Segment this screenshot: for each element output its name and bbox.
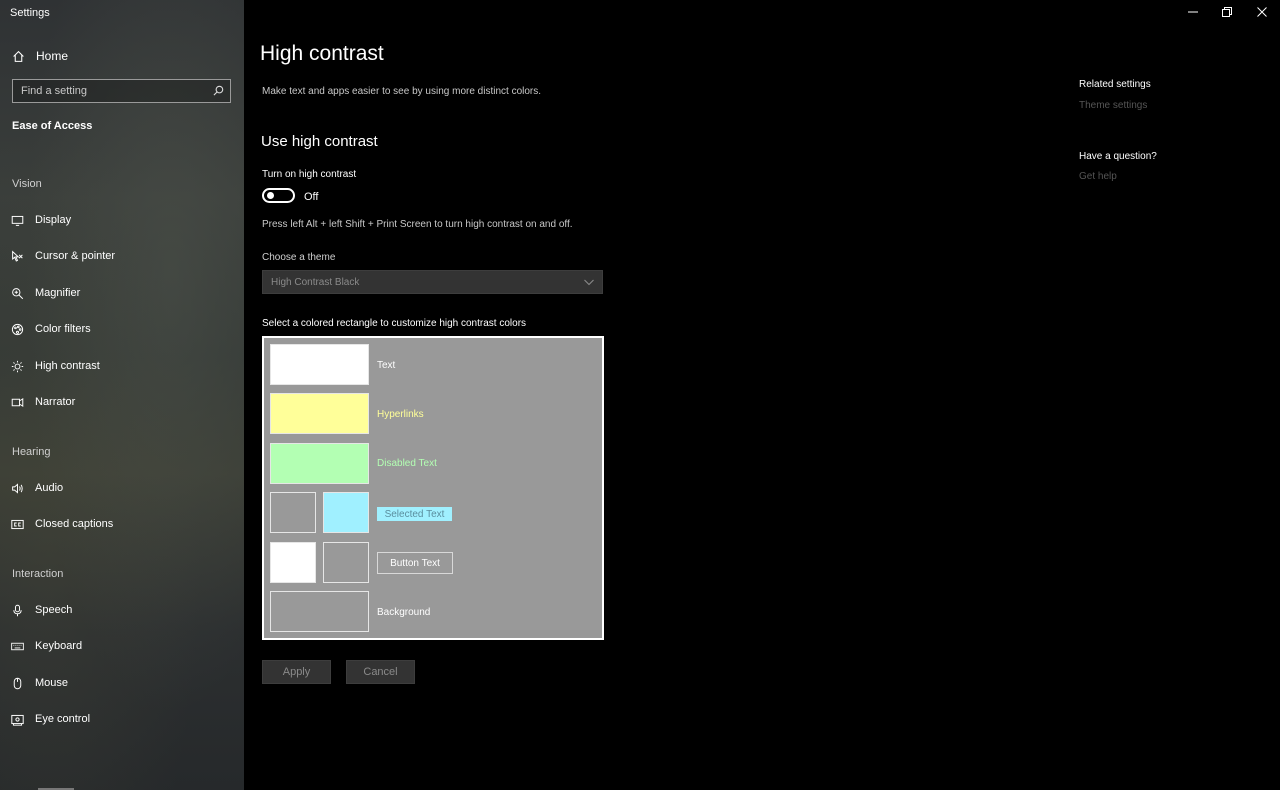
home-icon [13,50,24,62]
section-heading: Use high contrast [261,133,378,150]
hyperlinks-color-swatch[interactable] [270,393,369,434]
sidebar-item-high-contrast[interactable]: High contrast [11,357,100,375]
apply-button[interactable]: Apply [262,660,331,684]
sidebar-item-color-filters[interactable]: Color filters [11,320,91,338]
narrator-icon [11,397,24,407]
group-label-vision: Vision [12,178,42,190]
sidebar-item-keyboard[interactable]: Keyboard [11,637,82,655]
chevron-down-icon [584,279,594,286]
sidebar-item-label: Audio [35,482,64,494]
minimize-icon [1188,11,1198,13]
minimize-button[interactable] [1184,4,1202,20]
theme-label: Choose a theme [262,252,336,263]
eye-control-icon [11,714,24,726]
mouse-icon [13,677,22,689]
restore-button[interactable] [1218,4,1236,20]
sidebar-item-label: Keyboard [35,640,83,652]
sidebar-item-display[interactable]: Display [11,211,71,229]
sidebar-item-label: Color filters [35,323,91,335]
group-label-interaction: Interaction [12,568,64,580]
restore-icon [1222,7,1232,17]
search-input[interactable] [13,80,211,102]
nav-home-label: Home [36,49,69,63]
sidebar-item-label: Mouse [35,677,69,689]
audio-icon [12,482,23,494]
sidebar-item-mouse[interactable]: Mouse [11,674,68,692]
page-title: High contrast [260,42,384,65]
cursor-icon [12,250,23,262]
selected-text-background-swatch[interactable] [270,492,316,533]
shortcut-hint: Press left Alt + left Shift + Print Scre… [262,219,573,230]
magnifier-icon [12,287,24,299]
theme-select[interactable]: High Contrast Black [262,270,603,294]
toggle-label: Turn on high contrast [262,169,357,180]
page-description: Make text and apps easier to see by usin… [262,86,542,97]
sidebar-item-cursor[interactable]: Cursor & pointer [11,247,115,265]
button-text-label: Button Text [377,552,453,574]
closed-captions-icon [11,519,24,529]
search-icon[interactable] [213,85,224,96]
close-button[interactable] [1253,4,1271,20]
cancel-button[interactable]: Cancel [346,660,415,684]
sidebar-item-magnifier[interactable]: Magnifier [11,284,80,302]
button-text-color-swatch[interactable] [270,542,316,583]
sidebar-item-label: Cursor & pointer [35,250,116,262]
theme-settings-link[interactable]: Theme settings [1079,100,1147,111]
sidebar-item-label: High contrast [35,360,100,372]
high-contrast-toggle[interactable] [262,188,295,203]
color-filters-icon [11,323,24,335]
get-help-link[interactable]: Get help [1079,171,1117,182]
sidebar-item-audio[interactable]: Audio [11,479,63,497]
related-settings-title: Related settings [1079,79,1151,90]
selected-text-label: Selected Text [377,507,452,521]
sidebar-item-label: Eye control [35,713,91,725]
question-title: Have a question? [1079,151,1157,162]
close-icon [1257,7,1267,17]
background-color-swatch[interactable] [270,591,369,632]
button-background-swatch[interactable] [323,542,369,583]
keyboard-icon [11,642,24,650]
background-color-label: Background [377,607,431,618]
selected-text-color-swatch[interactable] [323,492,369,533]
sidebar-item-label: Magnifier [35,287,81,299]
toggle-knob [267,192,274,199]
text-color-swatch[interactable] [270,344,369,385]
theme-select-value: High Contrast Black [271,277,360,288]
sidebar-item-narrator[interactable]: Narrator [11,393,75,411]
color-palette: Text Hyperlinks Disabled Text Selected T… [262,336,604,640]
sidebar-item-speech[interactable]: Speech [11,601,72,619]
group-label-hearing: Hearing [12,446,51,458]
sidebar: Settings Home Ease of Access Vision Disp… [0,0,244,790]
disabled-text-color-swatch[interactable] [270,443,369,484]
sidebar-item-label: Speech [35,604,73,616]
nav-home[interactable]: Home [12,47,68,65]
hyperlinks-color-label: Hyperlinks [377,409,424,420]
sidebar-item-eye-control[interactable]: Eye control [11,710,90,728]
sidebar-item-closed-captions[interactable]: Closed captions [11,515,113,533]
sidebar-item-label: Closed captions [35,518,114,530]
high-contrast-icon [11,360,24,372]
display-icon [11,215,24,226]
app-title: Settings [10,7,50,19]
section-title: Ease of Access [12,120,93,132]
search-box[interactable] [12,79,231,103]
sidebar-item-label: Narrator [35,396,76,408]
toggle-state: Off [304,191,319,203]
microphone-icon [13,604,22,616]
text-color-label: Text [377,360,396,371]
disabled-text-color-label: Disabled Text [377,458,437,469]
sidebar-item-label: Display [35,214,72,226]
palette-label: Select a colored rectangle to customize … [262,318,527,329]
